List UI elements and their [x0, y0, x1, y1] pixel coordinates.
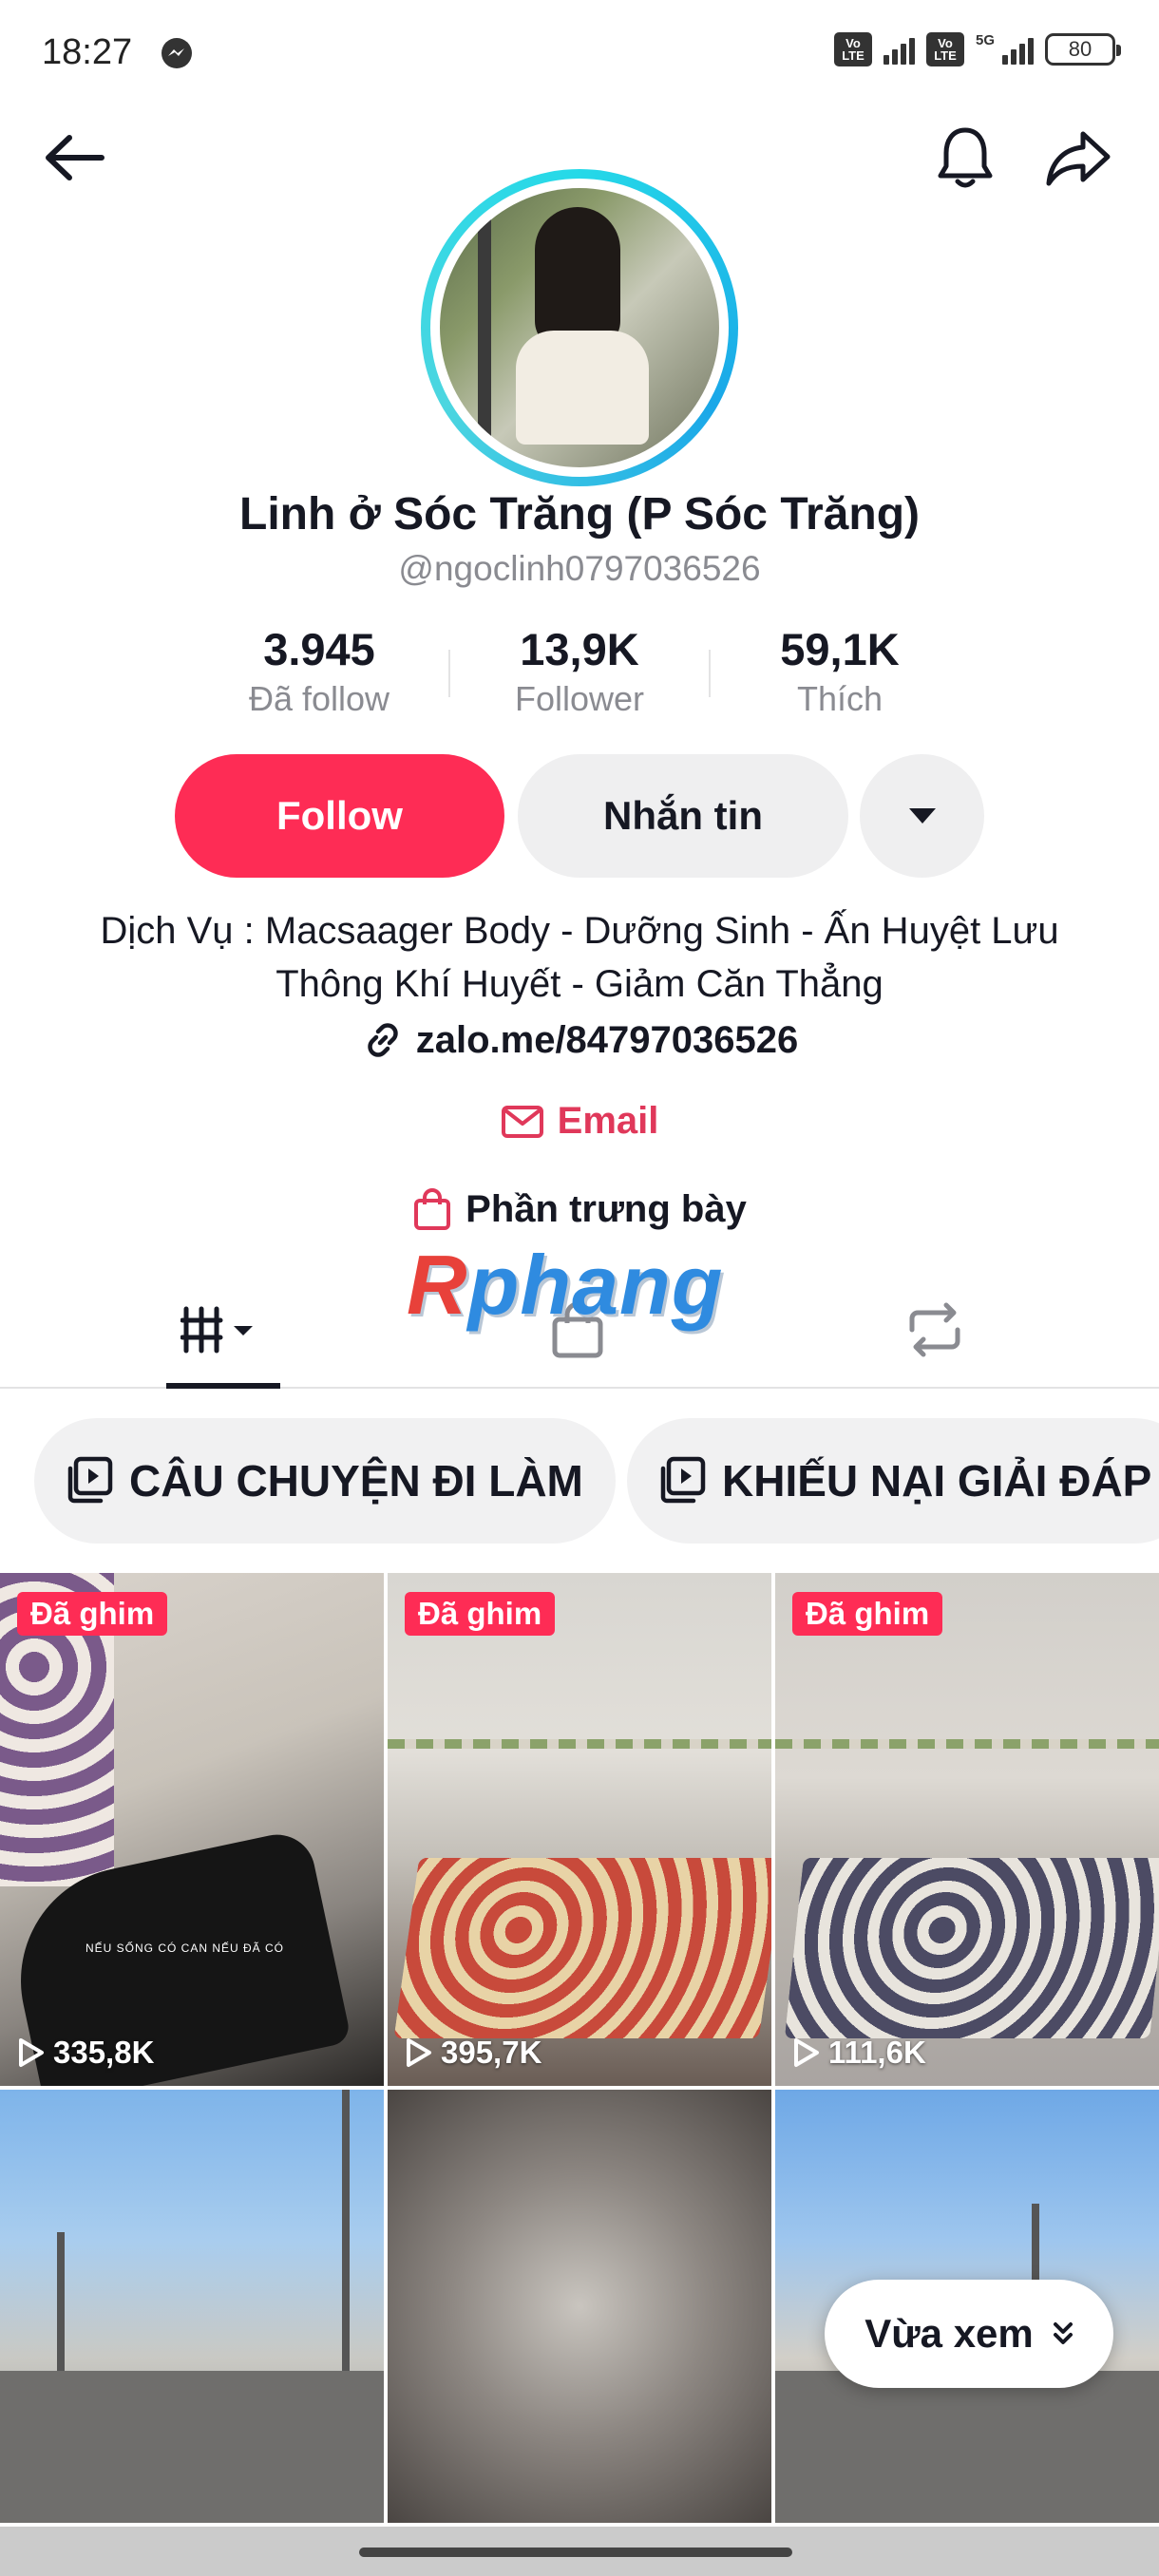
- email-label: Email: [557, 1100, 659, 1142]
- profile-stats: 3.945 Đã follow 13,9K Follower 59,1K Thí…: [190, 623, 969, 728]
- recently-viewed-label: Vừa xem: [864, 2311, 1034, 2356]
- play-icon: [19, 2038, 44, 2067]
- share-button[interactable]: [1040, 120, 1116, 196]
- tab-repost[interactable]: [878, 1273, 992, 1387]
- signal-icon: [883, 34, 915, 65]
- volte-badge: Vo LTE: [925, 32, 964, 66]
- link-icon: [368, 1023, 398, 1057]
- stat-label: Đã follow: [248, 679, 390, 718]
- email-button[interactable]: Email: [0, 1100, 1159, 1143]
- mail-icon: [501, 1105, 543, 1138]
- battery-icon: 80: [1045, 33, 1121, 66]
- status-time: 18:27: [42, 32, 133, 72]
- stat-likes[interactable]: 59,1K Thích: [711, 623, 969, 728]
- video-thumbnail[interactable]: NẾU SỐNG CÓ CAN NẾU ĐÃ CÓ Đã ghim 335,8K: [0, 1573, 384, 2086]
- stat-followers[interactable]: 13,9K Follower: [450, 623, 709, 728]
- view-count: 395,7K: [405, 2035, 542, 2071]
- profile-username: @ngoclinh0797036526: [398, 549, 761, 588]
- messenger-icon: [162, 38, 192, 68]
- video-caption: NẾU SỐNG CÓ CAN NẾU ĐÃ CÓ: [86, 1941, 285, 1955]
- stat-label: Follower: [514, 679, 645, 718]
- home-indicator[interactable]: [0, 2527, 1159, 2576]
- bio-link[interactable]: zalo.me/84797036526: [0, 1018, 1159, 1062]
- playlist-icon: [67, 1456, 113, 1504]
- video-thumbnail[interactable]: [388, 2090, 771, 2523]
- avatar: [440, 188, 719, 467]
- back-button[interactable]: [36, 120, 112, 196]
- stat-value: 59,1K: [780, 624, 900, 674]
- video-thumbnail[interactable]: Đã ghim 111,6K: [775, 1573, 1159, 2086]
- playlist-label: KHIẾU NẠI GIẢI ĐÁP: [722, 1456, 1152, 1506]
- notification-button[interactable]: [927, 120, 1003, 196]
- status-indicators: Vo LTE Vo LTE 5G 80: [833, 32, 1121, 66]
- profile-bio: Dịch Vụ : Macsaager Body - Dưỡng Sinh - …: [100, 910, 1059, 1005]
- bio-link-text: zalo.me/84797036526: [415, 1018, 799, 1061]
- recently-viewed-button[interactable]: Vừa xem: [825, 2280, 1113, 2388]
- playlist-icon: [660, 1456, 706, 1504]
- showcase-label: Phần trưng bày: [466, 1187, 747, 1230]
- watermark-logo: Rphang: [407, 1238, 724, 1332]
- share-arrow-icon: [1046, 131, 1111, 186]
- follow-button[interactable]: Follow: [175, 754, 504, 878]
- double-chevron-down-icon: [1053, 2322, 1073, 2344]
- shopping-bag-icon: [414, 1188, 451, 1230]
- tab-videos[interactable]: [166, 1273, 280, 1389]
- grid-icon: [180, 1306, 253, 1354]
- video-thumbnail[interactable]: [0, 2090, 384, 2523]
- playlist-label: CÂU CHUYỆN ĐI LÀM: [129, 1456, 583, 1506]
- pinned-badge: Đã ghim: [792, 1592, 943, 1636]
- arrow-left-icon: [46, 135, 104, 180]
- message-button[interactable]: Nhắn tin: [518, 754, 848, 878]
- repost-icon: [909, 1302, 960, 1357]
- volte-badge: Vo LTE: [833, 32, 872, 66]
- view-count: 111,6K: [792, 2035, 926, 2071]
- bell-icon: [938, 127, 993, 188]
- view-count: 335,8K: [17, 2035, 154, 2071]
- network-type: 5G: [975, 32, 995, 48]
- stat-following[interactable]: 3.945 Đã follow: [190, 623, 448, 728]
- caret-down-icon: [908, 808, 936, 824]
- showcase-button[interactable]: Phần trưng bày: [0, 1187, 1159, 1231]
- pinned-badge: Đã ghim: [405, 1592, 556, 1636]
- profile-display-name: Linh ở Sóc Trăng (P Sóc Trăng): [239, 489, 920, 540]
- signal-icon: [1002, 34, 1034, 65]
- stat-value: 13,9K: [520, 624, 639, 674]
- avatar-story-ring[interactable]: [421, 169, 738, 486]
- video-thumbnail[interactable]: Đã ghim 395,7K: [388, 1573, 771, 2086]
- stat-value: 3.945: [263, 624, 375, 674]
- play-icon: [794, 2038, 819, 2067]
- pinned-badge: Đã ghim: [17, 1592, 168, 1636]
- play-icon: [407, 2038, 431, 2067]
- status-bar: 18:27 Vo LTE Vo LTE 5G 80: [0, 0, 1159, 104]
- playlist-chip[interactable]: KHIẾU NẠI GIẢI ĐÁP: [627, 1418, 1159, 1544]
- stat-label: Thích: [796, 679, 884, 718]
- playlist-chip[interactable]: CÂU CHUYỆN ĐI LÀM: [34, 1418, 616, 1544]
- suggested-accounts-button[interactable]: [860, 754, 984, 878]
